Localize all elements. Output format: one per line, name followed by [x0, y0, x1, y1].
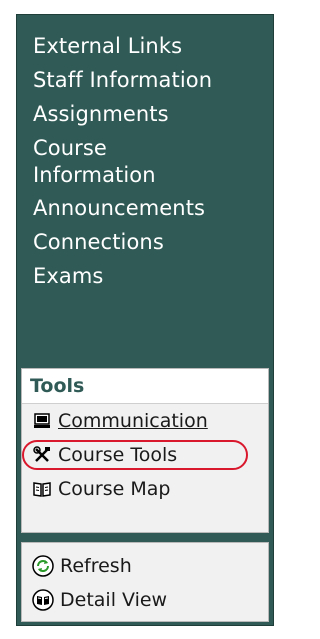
refresh-label: Refresh — [60, 555, 132, 577]
nav-item-information[interactable]: Information — [33, 162, 263, 189]
actions-panel: Refresh Detail View — [21, 542, 269, 622]
detail-view-icon — [32, 589, 54, 611]
tool-course-map[interactable]: Course Map — [22, 472, 268, 506]
nav-item-connections[interactable]: Connections — [33, 229, 263, 256]
tool-communication-label: Communication — [58, 410, 208, 432]
refresh-button[interactable]: Refresh — [22, 549, 268, 583]
detail-view-label: Detail View — [60, 589, 168, 611]
tool-course-tools[interactable]: Course Tools — [22, 438, 268, 472]
detail-view-button[interactable]: Detail View — [22, 583, 268, 617]
nav-item-staff-information[interactable]: Staff Information — [33, 67, 263, 94]
book-map-icon — [32, 479, 52, 499]
refresh-icon — [32, 555, 54, 577]
tool-course-tools-label: Course Tools — [58, 444, 178, 466]
nav-item-course[interactable]: Course — [33, 135, 263, 162]
tools-panel: Tools Communication Course Tools Course … — [21, 368, 269, 533]
course-menu-frame: External Links Staff Information Assignm… — [16, 14, 274, 626]
tools-header: Tools — [22, 369, 268, 404]
nav-item-exams[interactable]: Exams — [33, 263, 263, 290]
monitor-icon — [32, 411, 52, 431]
tools-icon — [32, 445, 52, 465]
nav-item-external-links[interactable]: External Links — [33, 33, 263, 60]
tool-course-map-label: Course Map — [58, 478, 171, 500]
nav-item-announcements[interactable]: Announcements — [33, 195, 263, 222]
nav-item-assignments[interactable]: Assignments — [33, 101, 263, 128]
tool-communication[interactable]: Communication — [22, 404, 268, 438]
course-nav-list: External Links Staff Information Assignm… — [33, 33, 263, 297]
